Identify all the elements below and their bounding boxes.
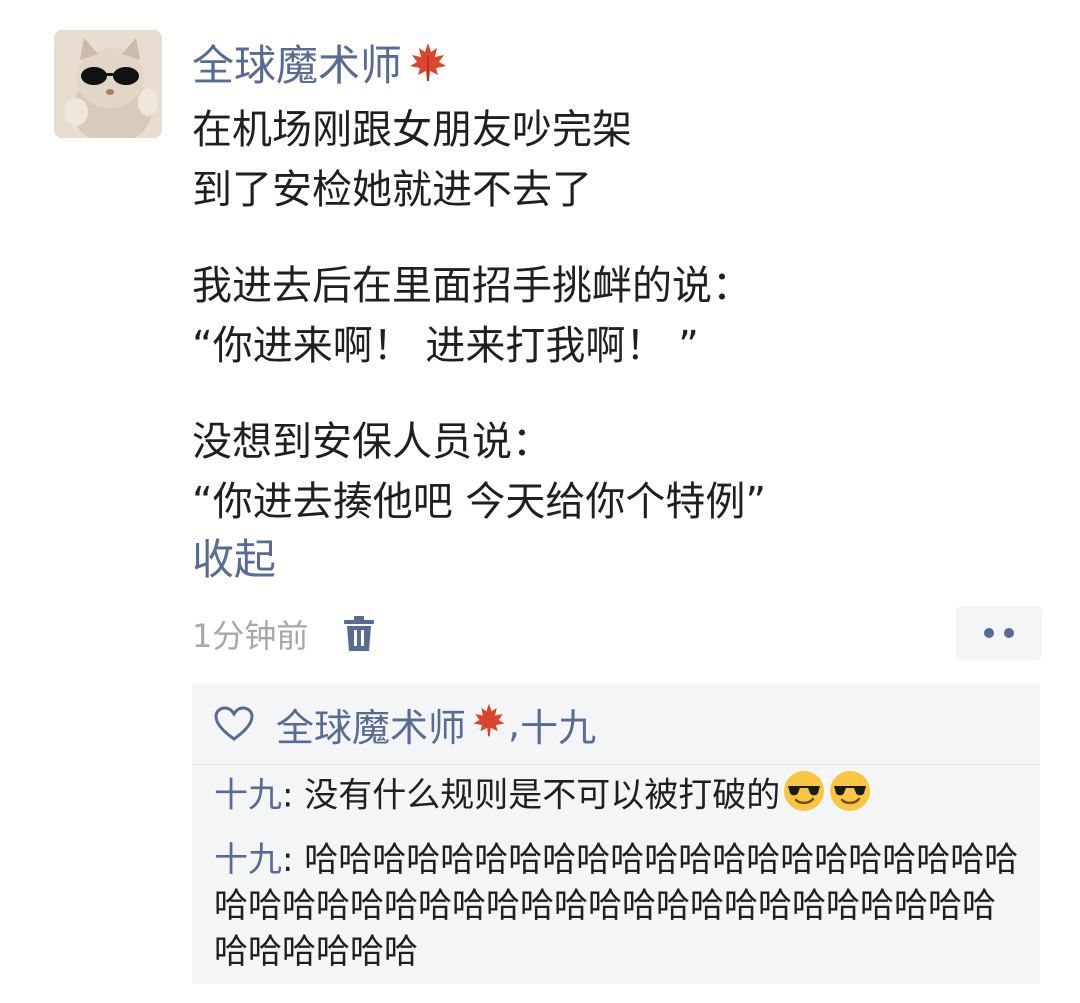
- comment-author[interactable]: 十九: [214, 776, 282, 816]
- author-name-text: 全球魔术师: [192, 41, 403, 90]
- comment-item[interactable]: 十九: 哈哈哈哈哈哈哈哈哈哈哈哈哈哈哈哈哈哈哈哈哈哈哈哈哈哈哈哈哈哈哈哈哈哈哈哈…: [214, 837, 1026, 975]
- content-line: “你进来啊！ 进来打我啊！ ”: [192, 323, 699, 369]
- heart-icon: [214, 706, 254, 741]
- like-separator: ,: [508, 702, 521, 746]
- content-line: “你进去揍他吧 今天给你个特例”: [192, 479, 767, 525]
- comments-list: 十九: 没有什么规则是不可以被打破的 十九: 哈哈哈哈哈哈哈哈哈哈哈哈哈哈哈哈哈…: [192, 765, 1040, 975]
- likes-row: 全球魔术师 , 十九: [192, 684, 1040, 765]
- comment-item[interactable]: 十九: 没有什么规则是不可以被打破的: [214, 769, 1026, 825]
- post-time: 1分钟前: [192, 617, 309, 655]
- sunglasses-emoji-icon: [782, 769, 826, 825]
- cat-avatar-image: [54, 30, 162, 138]
- comment-author[interactable]: 十九: [214, 840, 282, 880]
- collapse-link[interactable]: 收起: [192, 530, 276, 590]
- comment-text: 哈哈哈哈哈哈哈哈哈哈哈哈哈哈哈哈哈哈哈哈哈哈哈哈哈哈哈哈哈哈哈哈哈哈哈哈哈哈哈哈…: [214, 840, 1019, 972]
- sunglasses-emoji-icon: [828, 769, 872, 825]
- content-line: 没想到安保人员说：: [192, 419, 552, 465]
- content-line: 在机场刚跟女朋友吵完架: [192, 107, 632, 153]
- comment-separator: :: [282, 840, 305, 880]
- avatar[interactable]: [54, 30, 162, 138]
- content-line: 到了安检她就进不去了: [192, 167, 592, 213]
- comment-text: 没有什么规则是不可以被打破的: [304, 775, 781, 816]
- maple-leaf-icon: [406, 40, 450, 98]
- post-meta: 1分钟前: [192, 606, 376, 662]
- post-content: 在机场刚跟女朋友吵完架 到了安检她就进不去了 我进去后在里面招手挑衅的说： “你…: [192, 100, 1052, 532]
- author-name[interactable]: 全球魔术师: [192, 38, 450, 94]
- trash-icon[interactable]: [342, 615, 376, 653]
- comment-separator: :: [282, 775, 305, 816]
- moments-post: 全球魔术师 在机场刚跟女朋友吵完架 到了安检她就进不去了 我进去后在里面招手挑衅…: [0, 0, 1080, 1003]
- more-dots-icon[interactable]: [956, 606, 1042, 660]
- interaction-panel: 全球魔术师 , 十九 十九: 没有什么规则是不可以被打破的 十九: 哈哈哈哈哈哈…: [192, 684, 1040, 984]
- maple-leaf-icon: [470, 701, 508, 748]
- like-name[interactable]: 十九: [520, 697, 596, 752]
- content-line: 我进去后在里面招手挑衅的说：: [192, 263, 752, 309]
- like-name[interactable]: 全球魔术师: [276, 697, 466, 752]
